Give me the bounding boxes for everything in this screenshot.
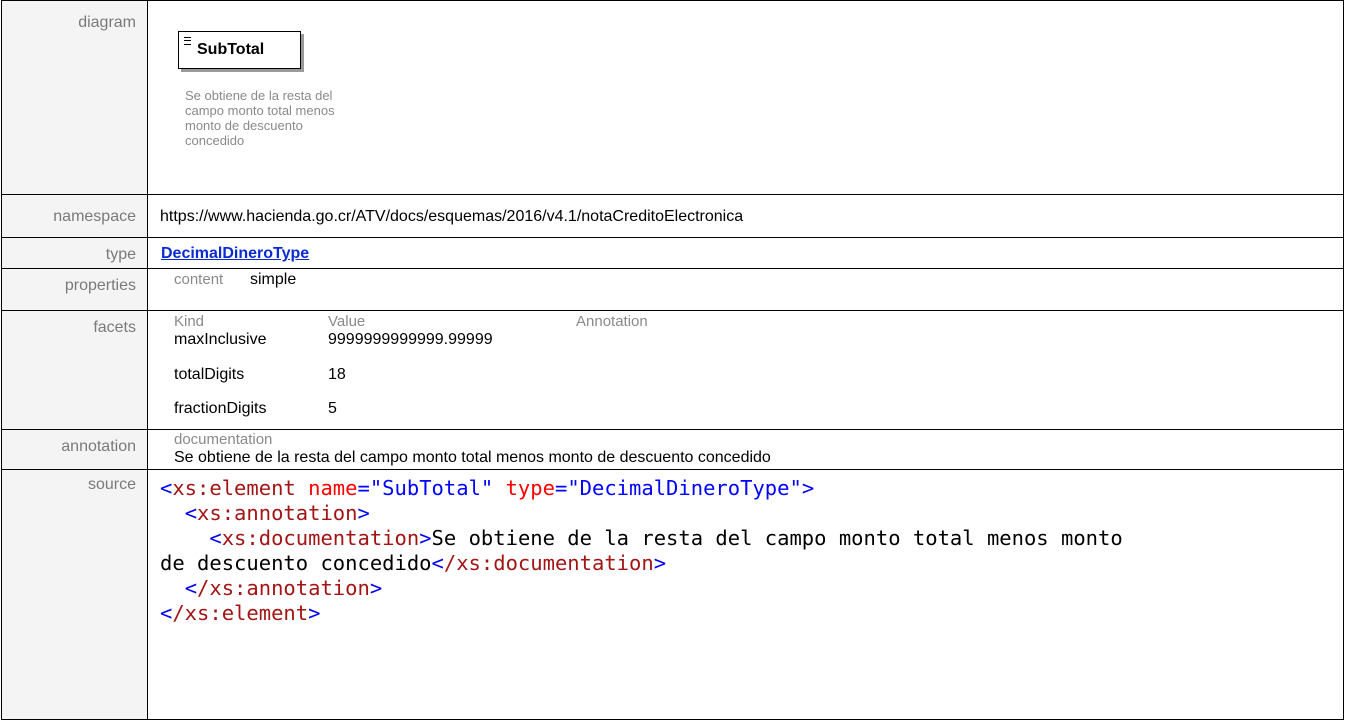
facet-header-kind: Kind bbox=[174, 313, 205, 330]
properties-cell: content simple bbox=[147, 268, 1344, 311]
label-namespace: namespace bbox=[1, 194, 148, 238]
type-link[interactable]: DecimalDineroType bbox=[148, 238, 309, 263]
row-annotation: annotation documentation Se obtiene de l… bbox=[1, 429, 1344, 470]
label-type: type bbox=[1, 237, 148, 269]
label-diagram: diagram bbox=[1, 0, 148, 195]
facet-value: 18 bbox=[328, 366, 346, 383]
namespace-value: https://www.hacienda.go.cr/ATV/docs/esqu… bbox=[147, 194, 1344, 238]
facet-kind: totalDigits bbox=[174, 366, 245, 383]
element-lines-icon bbox=[184, 37, 191, 45]
diagram-documentation: Se obtiene de la resta del campo monto t… bbox=[185, 88, 425, 148]
annotation-text: Se obtiene de la resta del campo monto t… bbox=[174, 449, 771, 466]
schema-doc-page: diagram SubTotal Se obtiene de la resta … bbox=[0, 0, 1346, 720]
facet-value: 9999999999999.99999 bbox=[328, 331, 493, 348]
label-source: source bbox=[1, 469, 148, 720]
label-properties: properties bbox=[1, 268, 148, 311]
diagram-doc-line: monto de descuento bbox=[185, 118, 303, 133]
diagram-cell: SubTotal Se obtiene de la resta del camp… bbox=[147, 0, 1344, 195]
property-value: simple bbox=[250, 271, 297, 288]
facet-value: 5 bbox=[328, 400, 337, 417]
source-cell: <xs:element name="SubTotal" type="Decima… bbox=[147, 469, 1344, 720]
diagram-doc-line: Se obtiene de la resta del bbox=[185, 88, 333, 103]
facet-kind: maxInclusive bbox=[174, 331, 267, 348]
row-facets: facets Kind Value Annotation maxInclusiv… bbox=[1, 310, 1344, 430]
facet-header-annotation: Annotation bbox=[576, 313, 648, 330]
annotation-cell: documentation Se obtiene de la resta del… bbox=[147, 429, 1344, 470]
element-box-name: SubTotal bbox=[197, 41, 265, 58]
element-box[interactable]: SubTotal bbox=[178, 31, 301, 69]
property-key: content bbox=[174, 271, 224, 288]
row-source: source <xs:element name="SubTotal" type=… bbox=[1, 469, 1344, 720]
facets-cell: Kind Value Annotation maxInclusive 99999… bbox=[147, 310, 1344, 430]
source-code: <xs:element name="SubTotal" type="Decima… bbox=[160, 476, 1123, 625]
annotation-key: documentation bbox=[174, 431, 273, 448]
facet-header-value: Value bbox=[328, 313, 366, 330]
facet-kind: fractionDigits bbox=[174, 400, 267, 417]
label-facets: facets bbox=[1, 310, 148, 430]
row-type: type DecimalDineroType bbox=[1, 237, 1344, 269]
row-properties: properties content simple bbox=[1, 268, 1344, 311]
diagram-doc-line: campo monto total menos bbox=[185, 103, 335, 118]
type-cell: DecimalDineroType bbox=[147, 237, 1344, 269]
element-properties-table: diagram SubTotal Se obtiene de la resta … bbox=[1, 0, 1344, 720]
row-diagram: diagram SubTotal Se obtiene de la resta … bbox=[1, 0, 1344, 195]
row-namespace: namespace https://www.hacienda.go.cr/ATV… bbox=[1, 194, 1344, 238]
label-annotation: annotation bbox=[1, 429, 148, 470]
diagram-doc-line: concedido bbox=[185, 133, 245, 148]
